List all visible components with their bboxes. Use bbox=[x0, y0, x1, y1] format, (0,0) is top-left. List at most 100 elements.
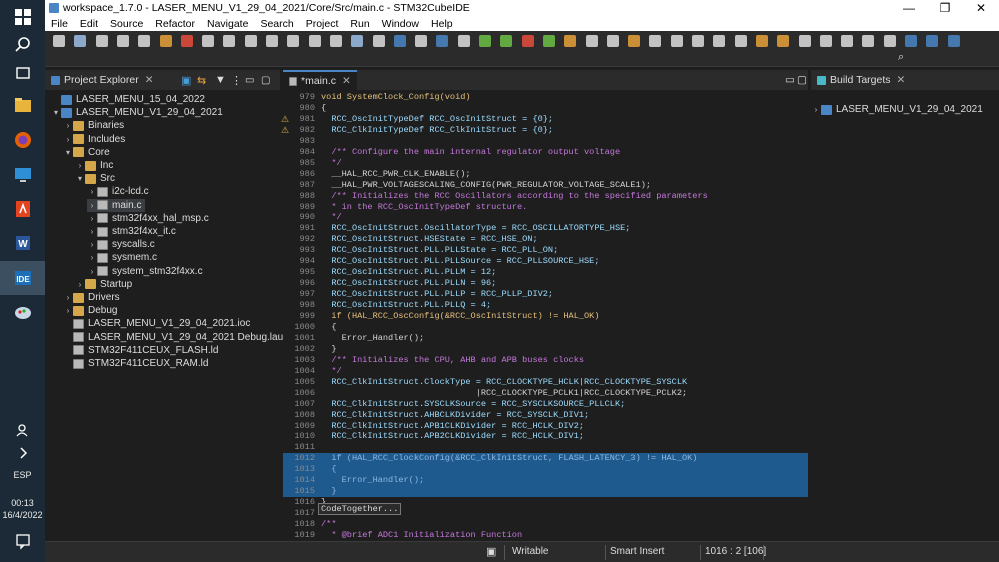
codetogether-tooltip[interactable]: CodeTogether... bbox=[318, 503, 402, 515]
view-menu-icon[interactable]: ⋮ bbox=[231, 74, 242, 87]
menu-edit[interactable]: Edit bbox=[74, 18, 104, 30]
code-editor[interactable]: *main.c ✕ ▭ ▢ 979 void SystemClock_Config… bbox=[281, 70, 808, 541]
toolbar-button-icon[interactable] bbox=[734, 35, 747, 47]
search-icon[interactable]: ⌕ bbox=[898, 51, 904, 64]
menu-refactor[interactable]: Refactor bbox=[149, 18, 201, 30]
menu-file[interactable]: File bbox=[45, 18, 74, 30]
tree-item[interactable]: › Startup bbox=[75, 278, 133, 291]
warning-icon[interactable]: ⚠ bbox=[281, 125, 289, 136]
toolbar-button-icon[interactable] bbox=[266, 35, 278, 47]
toolbar-button-icon[interactable] bbox=[841, 35, 854, 47]
code-line[interactable]: 998 RCC_OscInitStruct.PLL.PLLQ = 4; bbox=[283, 300, 808, 311]
code-line[interactable]: 988 /** Initializes the RCC Oscillators … bbox=[283, 191, 808, 202]
expand-arrow-icon[interactable]: › bbox=[87, 201, 97, 210]
toolbar-button-icon[interactable] bbox=[351, 35, 364, 47]
file-explorer-icon[interactable] bbox=[0, 88, 45, 122]
expand-arrow-icon[interactable]: › bbox=[87, 214, 97, 223]
status-icon[interactable]: ▣ bbox=[486, 545, 496, 558]
editor-tab-label[interactable]: *main.c bbox=[301, 75, 336, 87]
toolbar-button-icon[interactable] bbox=[479, 35, 491, 47]
remote-desktop-icon[interactable] bbox=[0, 158, 45, 192]
toolbar-button-icon[interactable] bbox=[202, 35, 215, 47]
close-button[interactable]: ✕ bbox=[963, 0, 999, 16]
code-line[interactable]: 1004 */ bbox=[283, 366, 808, 377]
tree-item[interactable]: ▾ Src bbox=[75, 172, 115, 185]
task-view-icon[interactable] bbox=[0, 56, 45, 90]
toolbar-button-icon[interactable] bbox=[500, 35, 513, 47]
code-line[interactable]: 987 __HAL_PWR_VOLTAGESCALING_CONFIG(PWR_… bbox=[283, 180, 808, 191]
code-line[interactable]: 1009 RCC_ClkInitStruct.APB1CLKDivider = … bbox=[283, 421, 808, 432]
menu-navigate[interactable]: Navigate bbox=[201, 18, 254, 30]
code-line[interactable]: 1010 RCC_ClkInitStruct.APB2CLKDivider = … bbox=[283, 431, 808, 442]
tree-item[interactable]: LASER_MENU_V1_29_04_2021 Debug.launch bbox=[63, 331, 299, 344]
close-view-icon[interactable]: ✕ bbox=[145, 74, 154, 86]
build-targets-title[interactable]: Build Targets bbox=[830, 74, 891, 86]
status-cursor-position[interactable]: 1016 : 2 [106] bbox=[705, 546, 766, 557]
code-line[interactable]: 980 { bbox=[283, 103, 808, 114]
toolbar-button-icon[interactable] bbox=[777, 35, 790, 47]
toolbar-button-icon[interactable] bbox=[947, 35, 960, 47]
code-line[interactable]: 1018 /** bbox=[283, 519, 808, 530]
toolbar-button-icon[interactable] bbox=[755, 35, 768, 47]
code-line[interactable]: 1019 * @brief ADC1 Initialization Functi… bbox=[283, 530, 808, 541]
toolbar-button-icon[interactable] bbox=[457, 35, 470, 47]
tree-item[interactable]: › Includes bbox=[63, 133, 126, 146]
expand-arrow-icon[interactable]: › bbox=[63, 135, 73, 144]
status-insert-mode[interactable]: Smart Insert bbox=[610, 546, 664, 557]
expand-arrow-icon[interactable]: › bbox=[87, 253, 97, 262]
toolbar-button-icon[interactable] bbox=[415, 35, 428, 47]
toolbar-button-icon[interactable] bbox=[329, 35, 342, 47]
tab-main-c[interactable]: *main.c ✕ bbox=[283, 70, 357, 90]
toolbar-button-icon[interactable] bbox=[159, 35, 172, 47]
toolbar-button-icon[interactable] bbox=[436, 35, 449, 47]
tree-item[interactable]: LASER_MENU_15_04_2022 bbox=[51, 93, 205, 106]
code-line[interactable]: 1005 RCC_ClkInitStruct.ClockType = RCC_C… bbox=[283, 377, 808, 388]
code-line[interactable]: 996 RCC_OscInitStruct.PLL.PLLN = 96; bbox=[283, 278, 808, 289]
toolbar-button-icon[interactable] bbox=[926, 35, 939, 47]
toolbar-button-icon[interactable] bbox=[521, 35, 534, 47]
expand-arrow-icon[interactable]: › bbox=[63, 293, 73, 302]
code-line[interactable]: 990 */ bbox=[283, 212, 808, 223]
tree-item[interactable]: STM32F411CEUX_RAM.ld bbox=[63, 357, 208, 370]
expand-arrow-icon[interactable]: › bbox=[87, 267, 97, 276]
code-line[interactable]: 999 if (HAL_RCC_OscConfig(&RCC_OscInitSt… bbox=[283, 311, 808, 322]
toolbar-button-icon[interactable] bbox=[819, 35, 832, 47]
toolbar-button-icon[interactable] bbox=[649, 35, 662, 47]
expand-arrow-icon[interactable]: › bbox=[75, 161, 85, 170]
expand-arrow-icon[interactable]: › bbox=[87, 187, 97, 196]
code-line[interactable]: 986 __HAL_RCC_PWR_CLK_ENABLE(); bbox=[283, 169, 808, 180]
menu-window[interactable]: Window bbox=[376, 18, 425, 30]
tree-item[interactable]: LASER_MENU_V1_29_04_2021.ioc bbox=[63, 317, 250, 330]
tree-item[interactable]: › system_stm32f4xx.c bbox=[87, 265, 203, 278]
toolbar-button-icon[interactable] bbox=[116, 35, 129, 47]
code-line[interactable]: 1013 { bbox=[283, 464, 808, 476]
toolbar-button-icon[interactable] bbox=[74, 35, 87, 47]
close-view-icon[interactable]: ✕ bbox=[897, 74, 906, 86]
tree-item[interactable]: ▾ LASER_MENU_V1_29_04_2021 bbox=[51, 106, 223, 119]
tree-item[interactable]: ▾ Core bbox=[63, 146, 110, 159]
tree-item[interactable]: › stm32f4xx_it.c bbox=[87, 225, 176, 238]
toolbar-button-icon[interactable] bbox=[542, 35, 555, 47]
tree-item[interactable]: › main.c bbox=[87, 198, 146, 212]
code-line[interactable]: 997 RCC_OscInitStruct.PLL.PLLP = RCC_PLL… bbox=[283, 289, 808, 300]
maximize-view-icon[interactable]: ▢ bbox=[261, 75, 270, 86]
toolbar-button-icon[interactable] bbox=[798, 35, 811, 47]
code-line[interactable]: 983 bbox=[283, 136, 808, 147]
code-line[interactable]: 1003 /** Initializes the CPU, AHB and AP… bbox=[283, 355, 808, 366]
restore-button[interactable]: ❐ bbox=[927, 0, 963, 16]
expand-arrow-icon[interactable]: › bbox=[63, 121, 73, 130]
code-line[interactable]: 995 RCC_OscInitStruct.PLL.PLLM = 12; bbox=[283, 267, 808, 278]
toolbar-button-icon[interactable] bbox=[628, 35, 641, 47]
expand-arrow-icon[interactable]: › bbox=[87, 240, 97, 249]
code-line[interactable]: 981 RCC_OscInitTypeDef RCC_OscInitStruct… bbox=[283, 114, 808, 125]
toolbar-button-icon[interactable] bbox=[308, 35, 321, 47]
stm32cubeide-icon[interactable]: IDE bbox=[0, 261, 45, 295]
menu-run[interactable]: Run bbox=[344, 18, 375, 30]
code-line[interactable]: 1012 if (HAL_RCC_ClockConfig(&RCC_ClkIni… bbox=[283, 453, 808, 465]
expand-arrow-icon[interactable]: › bbox=[811, 105, 821, 114]
build-target-item[interactable]: › LASER_MENU_V1_29_04_2021 bbox=[811, 103, 983, 116]
paint-app-icon[interactable] bbox=[0, 296, 45, 330]
collapse-arrow-icon[interactable]: ▾ bbox=[63, 148, 73, 157]
menu-project[interactable]: Project bbox=[300, 18, 345, 30]
minimize-editor-icon[interactable]: ▭ bbox=[785, 74, 795, 86]
